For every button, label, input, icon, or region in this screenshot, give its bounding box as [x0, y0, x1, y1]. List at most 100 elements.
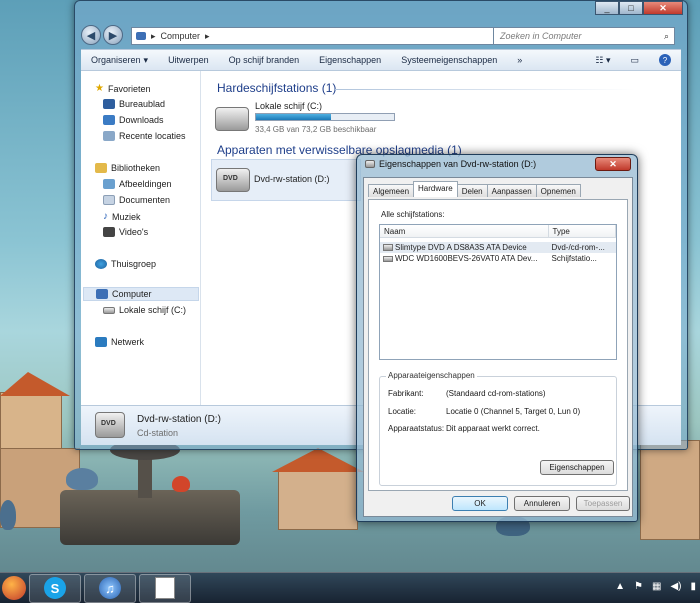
search-input[interactable]: Zoeken in Computer ⌕	[493, 27, 675, 45]
power-icon[interactable]: ▮	[690, 581, 696, 592]
device-properties-legend: Apparaateigenschappen	[386, 371, 477, 380]
tab-general[interactable]: Algemeen	[368, 184, 415, 197]
taskbar-explorer[interactable]	[139, 573, 191, 603]
sidebar-label: Bibliotheken	[111, 163, 161, 173]
show-hidden-icons[interactable]: ▲	[615, 581, 625, 592]
homegroup-icon	[95, 259, 107, 269]
properties-button[interactable]: Eigenschappen	[309, 55, 391, 65]
wallpaper-roof-left	[0, 372, 70, 396]
drive-item-dvd[interactable]: DVD Dvd-rw-station (D:)	[211, 159, 361, 201]
device-properties-button[interactable]: Eigenschappen	[540, 460, 614, 475]
itunes-icon: ♫	[99, 577, 121, 599]
volume-icon[interactable]: ◀)	[670, 581, 681, 592]
flag-icon[interactable]: ⚑	[634, 581, 643, 592]
drives-list[interactable]: Naam Type Slimtype DVD A DS8A3S ATA Devi…	[379, 224, 617, 360]
disk-usage-fill	[256, 114, 331, 120]
sidebar-item-favorites[interactable]: ★ Favorieten	[95, 83, 151, 94]
apply-button[interactable]: Toepassen	[576, 496, 630, 511]
dialog-close-button[interactable]: ✕	[595, 157, 631, 171]
taskbar: S ♫ ▲ ⚑ ▦ ◀) ▮	[0, 572, 700, 603]
dvd-drive-icon: DVD	[95, 412, 125, 438]
organize-menu[interactable]: Organiseren ▾	[81, 55, 158, 66]
close-button[interactable]: ✕	[643, 1, 683, 15]
dvd-drive-icon: DVD	[216, 168, 250, 192]
sidebar-item-network[interactable]: Netwerk	[95, 337, 144, 347]
forward-button[interactable]: ▶	[103, 25, 123, 45]
all-drives-label: Alle schijfstations:	[381, 210, 445, 219]
search-icon[interactable]: ⌕	[664, 31, 669, 42]
sidebar-label: Downloads	[119, 115, 164, 125]
sidebar-item-recent[interactable]: Recente locaties	[103, 131, 186, 141]
sidebar-item-libraries[interactable]: Bibliotheken	[95, 163, 160, 173]
wallpaper-bird	[172, 476, 190, 492]
wallpaper-roof-center	[272, 448, 364, 472]
command-bar: Organiseren ▾ Uitwerpen Op schijf branden…	[81, 49, 681, 71]
more-commands-button[interactable]: »	[507, 55, 532, 65]
sidebar-item-downloads[interactable]: Downloads	[103, 115, 164, 125]
dialog-body: Algemeen Hardware Delen Aanpassen Opneme…	[363, 177, 633, 517]
group-header-hard-disks[interactable]: Hardeschijfstations (1)	[217, 81, 336, 95]
search-placeholder: Zoeken in Computer	[500, 31, 582, 41]
sidebar-item-desktop[interactable]: Bureaublad	[103, 99, 165, 109]
list-row-name: WDC WD1600BEVS-26VAT0 ATA Dev...	[395, 254, 538, 263]
sidebar-item-music[interactable]: ♪ Muziek	[103, 211, 141, 222]
dvd-drive-icon	[383, 244, 393, 252]
tab-sharing[interactable]: Delen	[456, 184, 488, 197]
cancel-button[interactable]: Annuleren	[514, 496, 570, 511]
maximize-button[interactable]: □	[619, 1, 643, 15]
sidebar-label: Thuisgroep	[111, 259, 157, 269]
address-separator-icon: ▸	[151, 30, 156, 41]
taskbar-itunes[interactable]: ♫	[84, 573, 136, 603]
system-properties-button[interactable]: Systeemeigenschappen	[391, 55, 507, 65]
address-separator-icon: ▸	[205, 30, 210, 41]
back-button[interactable]: ◀	[81, 25, 101, 45]
drive-item-c[interactable]: Lokale schijf (C:) 33,4 GB van 73,2 GB b…	[213, 97, 433, 137]
network-tray-icon[interactable]: ▦	[652, 581, 661, 592]
tab-hardware[interactable]: Hardware	[413, 181, 458, 197]
list-row-name: Slimtype DVD A DS8A3S ATA Device	[395, 243, 527, 252]
star-icon: ★	[95, 83, 104, 94]
tab-customize[interactable]: Aanpassen	[486, 184, 537, 197]
document-icon	[155, 577, 175, 599]
column-header-name[interactable]: Naam	[380, 225, 549, 237]
sidebar-item-videos[interactable]: Video's	[103, 227, 148, 237]
list-row-hdd[interactable]: WDC WD1600BEVS-26VAT0 ATA Dev... Schijfs…	[380, 253, 616, 264]
sidebar-label: Lokale schijf (C:)	[119, 305, 187, 315]
sidebar-item-homegroup[interactable]: Thuisgroep	[95, 259, 156, 269]
sidebar-item-local-disk[interactable]: Lokale schijf (C:)	[103, 305, 186, 315]
device-status-value: Dit apparaat werkt correct.	[446, 424, 540, 433]
column-header-type[interactable]: Type	[549, 225, 616, 237]
sidebar-label: Muziek	[112, 211, 141, 222]
preview-pane-icon[interactable]: ▭	[620, 55, 649, 66]
sidebar-item-documents[interactable]: Documenten	[103, 195, 170, 205]
navigation-bar: ◀ ▶ ▸ Computer ▸ ⟳ Zoeken in Computer ⌕	[75, 19, 687, 49]
help-icon[interactable]: ?	[649, 54, 681, 66]
list-row-dvd[interactable]: Slimtype DVD A DS8A3S ATA Device Dvd-/cd…	[380, 242, 616, 253]
view-options-icon[interactable]: ☷ ▾	[585, 55, 620, 66]
hardware-tab-panel: Alle schijfstations: Naam Type Slimtype …	[368, 199, 628, 491]
music-icon: ♪	[103, 211, 108, 222]
wallpaper-bird	[66, 468, 98, 490]
system-tray: ▲ ⚑ ▦ ◀) ▮	[615, 581, 696, 592]
taskbar-skype[interactable]: S	[29, 573, 81, 603]
sidebar-label: Video's	[119, 227, 149, 237]
manufacturer-label: Fabrikant:	[388, 389, 424, 398]
firefox-icon[interactable]	[2, 576, 26, 600]
hard-drive-icon	[383, 255, 393, 262]
list-header: Naam Type	[380, 225, 616, 238]
desktop-icon	[103, 99, 115, 109]
disk-usage-bar	[255, 113, 395, 121]
tab-recording[interactable]: Opnemen	[535, 184, 581, 197]
downloads-icon	[103, 115, 115, 125]
sidebar-label: Afbeeldingen	[119, 179, 172, 189]
burn-disc-button[interactable]: Op schijf branden	[219, 55, 310, 65]
ok-button[interactable]: OK	[452, 496, 508, 511]
sidebar-item-pictures[interactable]: Afbeeldingen	[103, 179, 172, 189]
properties-dialog: Eigenschappen van Dvd-rw-station (D:) ✕ …	[356, 154, 638, 522]
chevron-down-icon: ▾	[143, 54, 149, 65]
eject-button[interactable]: Uitwerpen	[158, 55, 219, 65]
device-properties-group: Apparaateigenschappen Fabrikant: (Standa…	[379, 371, 617, 486]
list-cell-name: Slimtype DVD A DS8A3S ATA Device	[380, 243, 549, 252]
minimize-button[interactable]: _	[595, 1, 619, 15]
sidebar-item-computer[interactable]: Computer	[83, 287, 199, 301]
